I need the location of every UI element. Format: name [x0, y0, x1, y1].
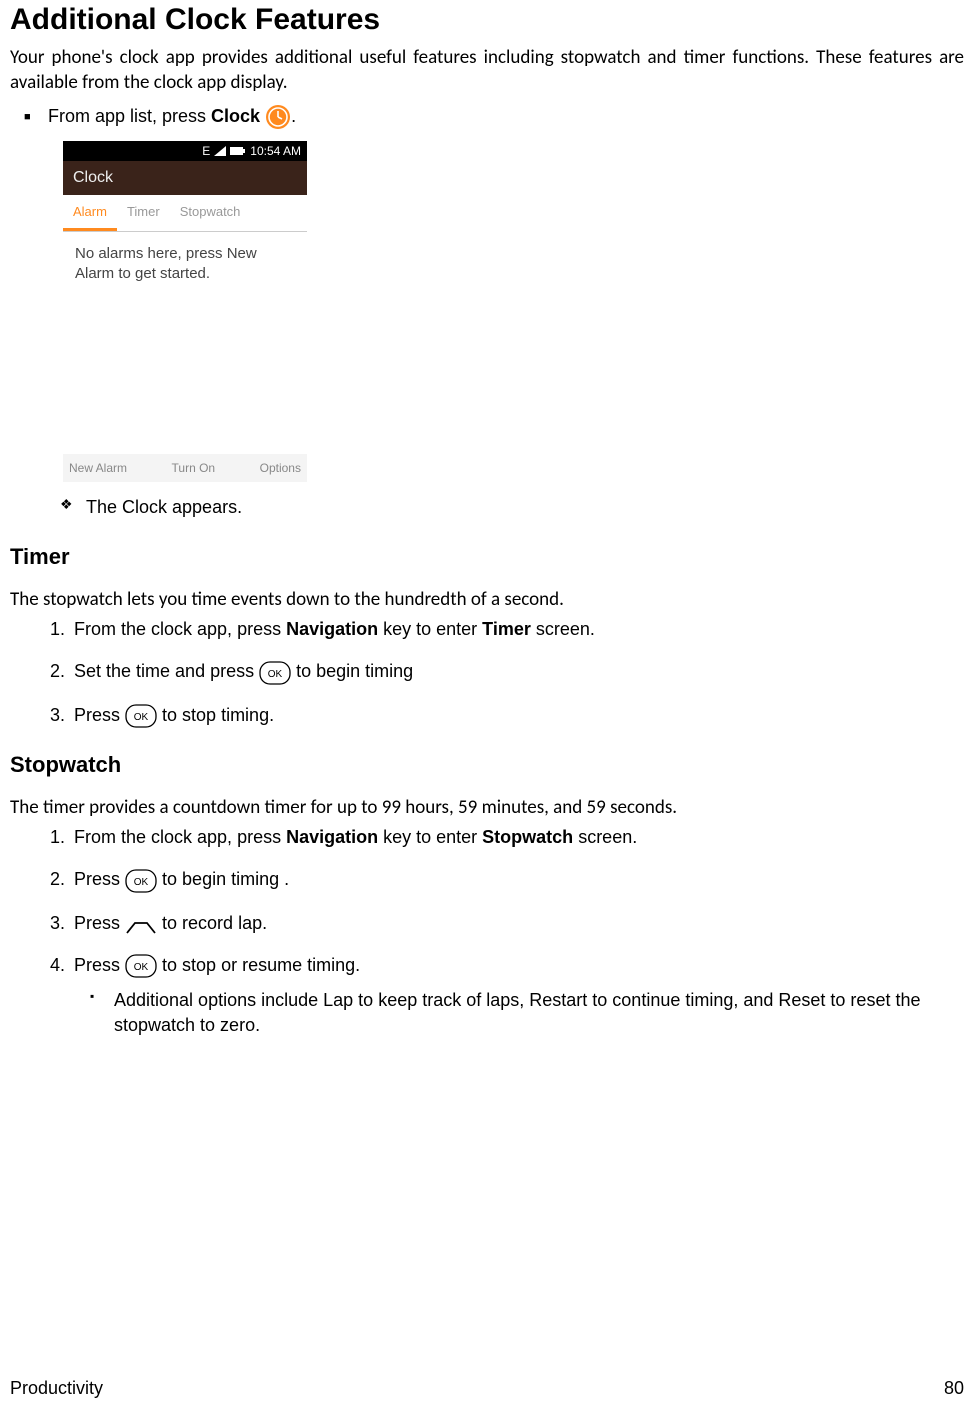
svg-text:OK: OK	[134, 877, 149, 888]
sw-step2-a: Press	[74, 869, 125, 889]
open-app-step: From app list, press Clock .	[48, 104, 964, 130]
clock-icon	[265, 104, 291, 130]
sw-step1-b: Navigation	[286, 827, 378, 847]
mock-time: 10:54 AM	[250, 143, 301, 159]
sw-step3-a: Press	[74, 913, 125, 933]
stopwatch-step-1: From the clock app, press Navigation key…	[70, 825, 964, 849]
mock-body-text: No alarms here, press New Alarm to get s…	[63, 232, 307, 454]
stopwatch-step-2: Press OK to begin timing .	[70, 867, 964, 892]
sw-step1-d: Stopwatch	[482, 827, 573, 847]
page-title: Additional Clock Features	[10, 0, 964, 41]
screenshot-mock: E 10:54 AM Clock Alarm Timer Stopwatch N…	[62, 140, 308, 483]
timer-step1-e: screen.	[531, 619, 595, 639]
svg-text:OK: OK	[268, 669, 283, 680]
open-app-text-bold: Clock	[211, 106, 260, 126]
timer-step-1: From the clock app, press Navigation key…	[70, 617, 964, 641]
stopwatch-heading: Stopwatch	[10, 750, 964, 780]
stopwatch-step-4: Press OK to stop or resume timing. Addit…	[70, 953, 964, 1037]
ok-key-icon: OK	[259, 661, 291, 685]
sw-step1-e: screen.	[573, 827, 637, 847]
ok-key-icon: OK	[125, 704, 157, 728]
sw-step1-c: key to enter	[378, 827, 482, 847]
timer-step1-d: Timer	[482, 619, 531, 639]
timer-step3-a: Press	[74, 705, 125, 725]
timer-step-2: Set the time and press OK to begin timin…	[70, 659, 964, 684]
ok-key-icon: OK	[125, 869, 157, 893]
svg-text:OK: OK	[134, 962, 149, 973]
mock-network-indicator: E	[202, 143, 210, 159]
mock-tab-timer: Timer	[117, 195, 170, 232]
svg-text:OK: OK	[134, 712, 149, 723]
timer-step-3: Press OK to stop timing.	[70, 703, 964, 728]
battery-icon	[230, 146, 246, 156]
mock-tabs: Alarm Timer Stopwatch	[63, 195, 307, 233]
stopwatch-step-3: Press to record lap.	[70, 911, 964, 935]
open-app-text-b: .	[291, 106, 296, 126]
footer-section: Productivity	[10, 1376, 103, 1400]
timer-intro: The stopwatch lets you time events down …	[10, 587, 964, 613]
timer-step1-b: Navigation	[286, 619, 378, 639]
sw-step3-b: to record lap.	[162, 913, 267, 933]
mock-app-title: Clock	[63, 161, 307, 195]
sw-step4-b: to stop or resume timing.	[162, 955, 360, 975]
intro-text: Your phone's clock app provides addition…	[10, 45, 964, 96]
stopwatch-intro: The timer provides a countdown timer for…	[10, 795, 964, 821]
mock-softkey-left: New Alarm	[69, 460, 127, 476]
sw-step4-a: Press	[74, 955, 125, 975]
mock-softkey-center: Turn On	[172, 460, 216, 476]
mock-status-bar: E 10:54 AM	[63, 141, 307, 161]
stopwatch-sub-note: Additional options include Lap to keep t…	[114, 988, 964, 1037]
timer-step3-b: to stop timing.	[162, 705, 274, 725]
mock-softkey-right: Options	[260, 460, 301, 476]
timer-step1-a: From the clock app, press	[74, 619, 286, 639]
open-app-text-a: From app list, press	[48, 106, 211, 126]
signal-icon	[214, 146, 226, 156]
timer-step1-c: key to enter	[378, 619, 482, 639]
result-clock-appears: The Clock appears.	[86, 495, 964, 519]
sw-step2-b: to begin timing .	[162, 869, 289, 889]
timer-step2-a: Set the time and press	[74, 661, 259, 681]
page-number: 80	[944, 1376, 964, 1400]
timer-heading: Timer	[10, 542, 964, 572]
mock-softkeys: New Alarm Turn On Options	[63, 454, 307, 482]
ok-key-icon: OK	[125, 954, 157, 978]
softkey-icon	[125, 917, 157, 931]
sw-step1-a: From the clock app, press	[74, 827, 286, 847]
mock-tab-alarm: Alarm	[63, 195, 117, 232]
mock-tab-stopwatch: Stopwatch	[170, 195, 251, 232]
timer-step2-b: to begin timing	[296, 661, 413, 681]
